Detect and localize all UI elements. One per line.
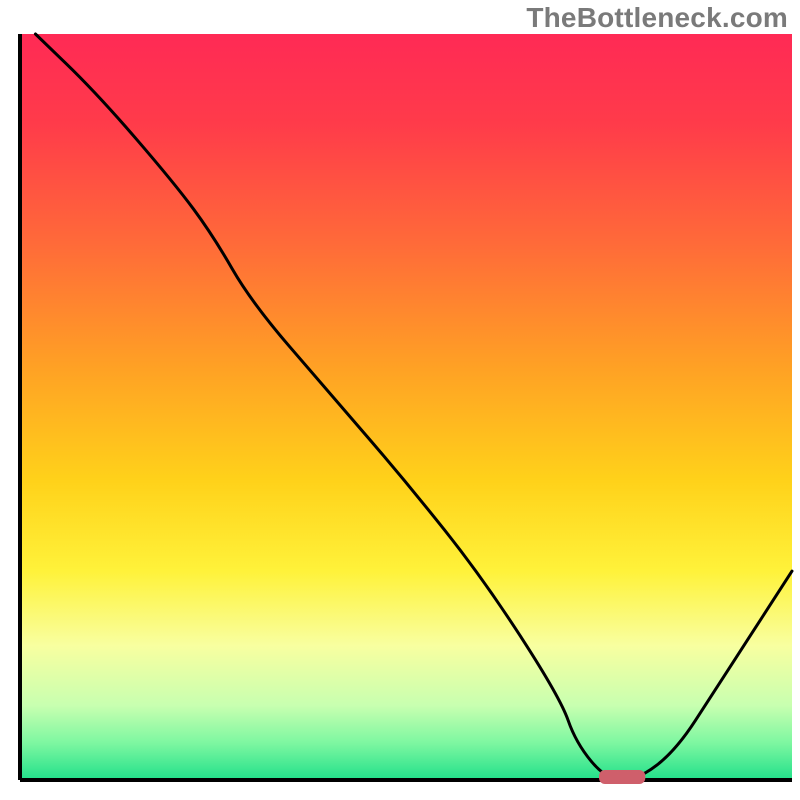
plot-background [20,34,792,780]
watermark-text: TheBottleneck.com [526,2,788,34]
chart-svg [0,0,800,800]
bottleneck-chart: TheBottleneck.com [0,0,800,800]
optimal-marker [599,770,645,784]
